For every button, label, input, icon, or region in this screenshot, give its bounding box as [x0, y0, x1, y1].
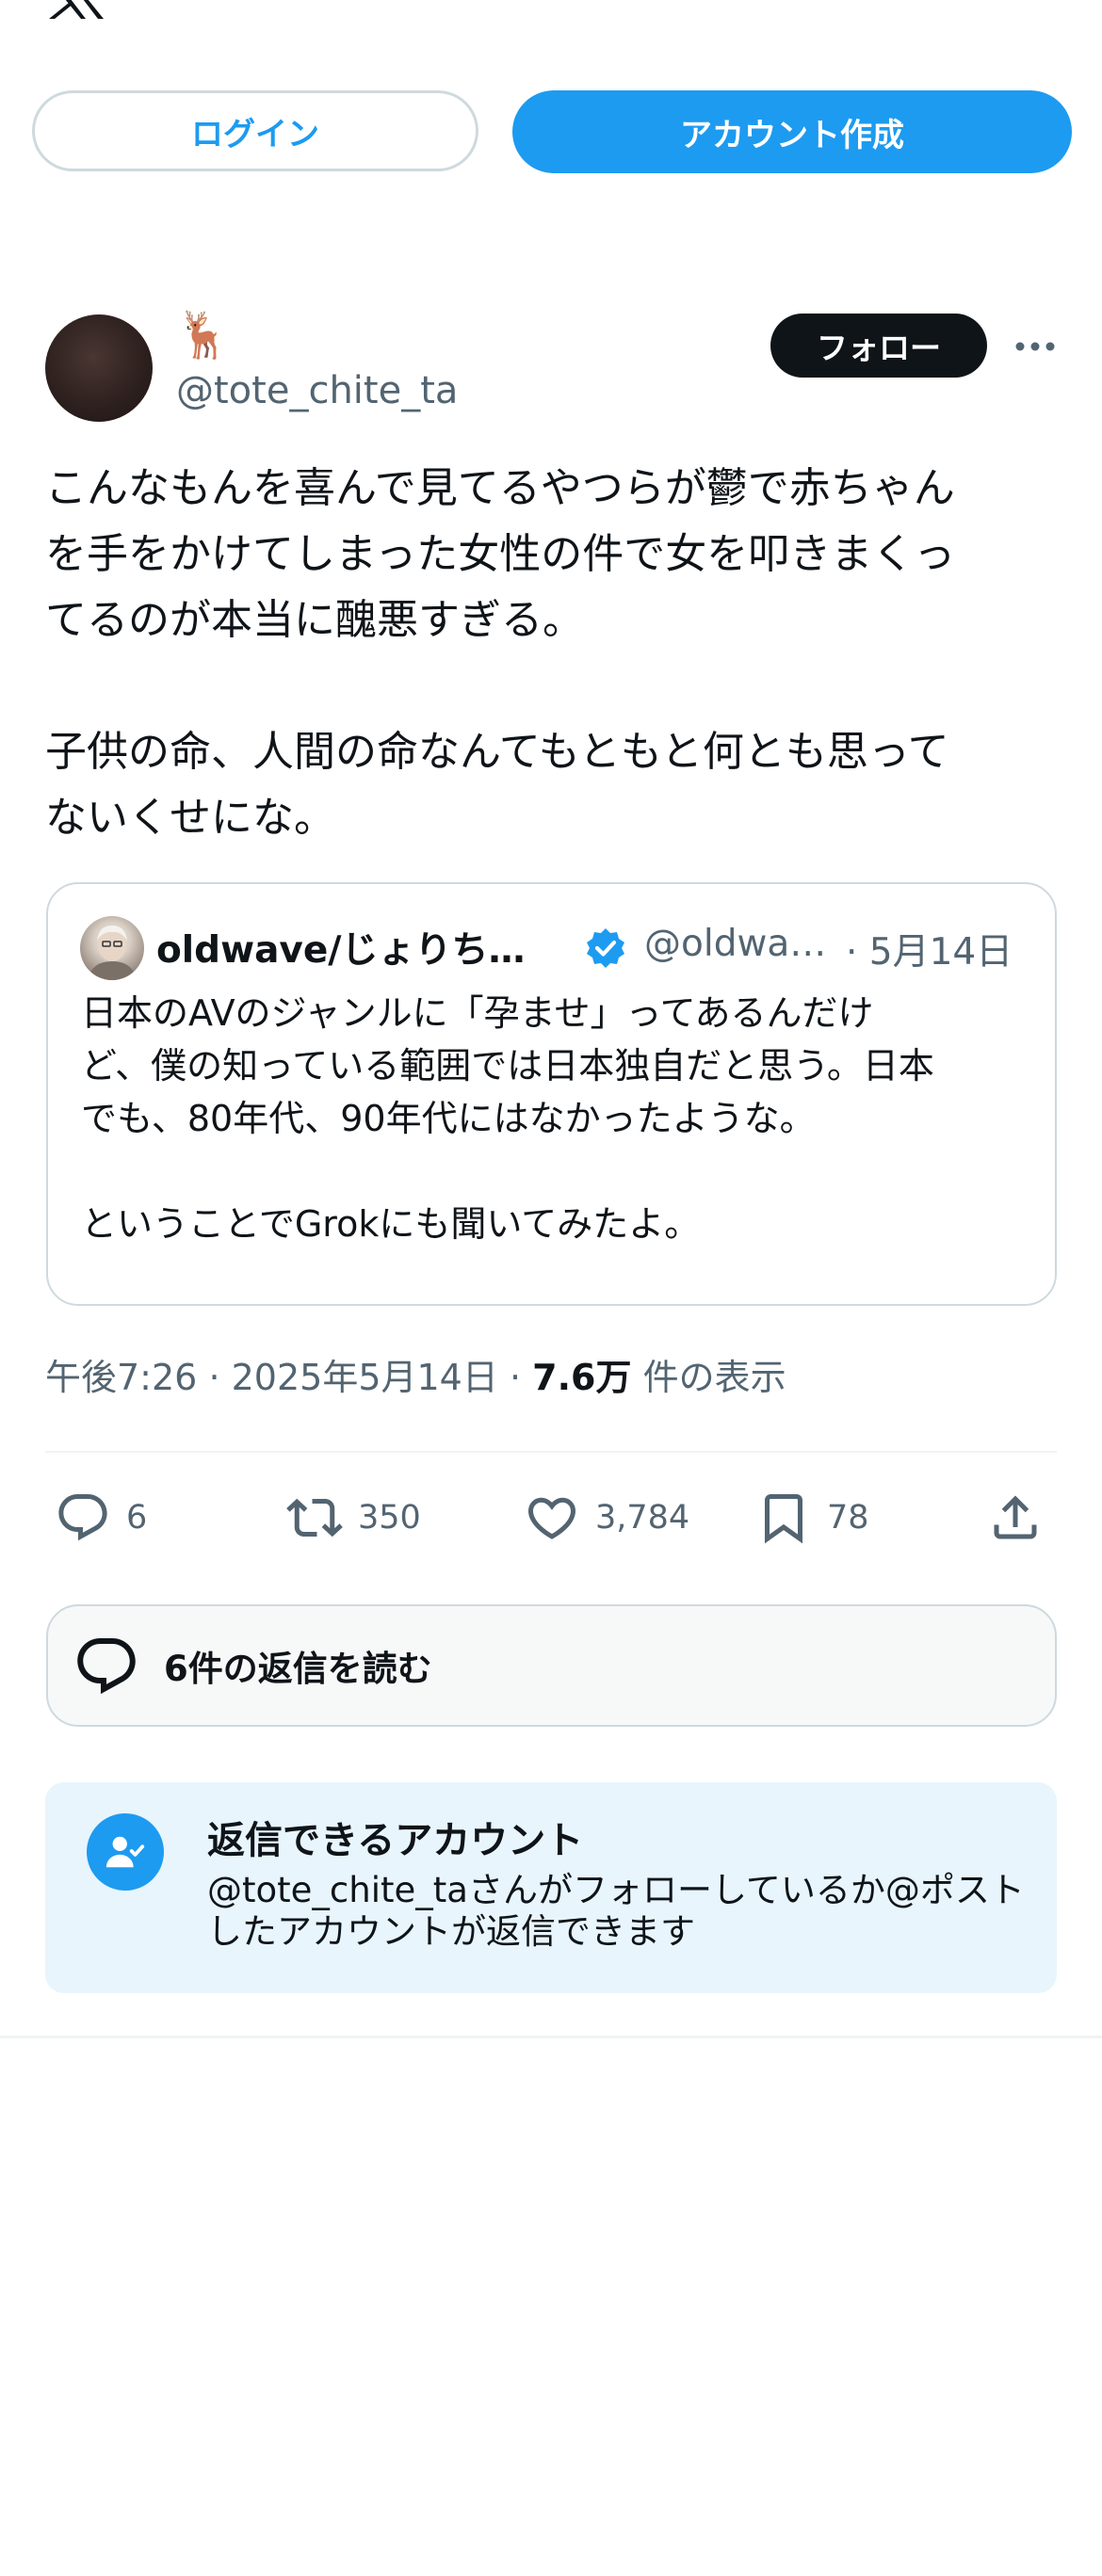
create-account-button[interactable]: アカウント作成: [512, 90, 1072, 173]
heart-icon: [527, 1497, 576, 1539]
views-count: 7.6万: [532, 1357, 632, 1398]
repost-button[interactable]: 350: [286, 1489, 421, 1546]
x-logo-icon[interactable]: [45, 0, 107, 19]
repost-icon: [286, 1498, 343, 1538]
create-account-button-label: アカウント作成: [680, 116, 904, 154]
post-meta: 午後7:26 · 2025年5月14日 · 7.6万 件の表示: [45, 1348, 786, 1400]
like-button[interactable]: 3,784: [524, 1489, 689, 1546]
login-button[interactable]: ログイン: [32, 90, 478, 171]
quoted-text: 日本のAVのジャンルに「孕ませ」ってあるんだけ ど、僕の知っている範囲では日本独…: [81, 992, 934, 1245]
bookmark-icon: [765, 1494, 802, 1544]
meta-separator: ·: [208, 1357, 220, 1398]
reply-restriction-title: 返信できるアカウント: [207, 1819, 584, 1862]
avatar[interactable]: [45, 314, 153, 422]
more-icon[interactable]: [1013, 335, 1057, 358]
quoted-handle: @oldwa…: [644, 923, 827, 965]
reply-button[interactable]: 6: [55, 1489, 147, 1546]
user-handle[interactable]: @tote_chite_ta: [176, 369, 458, 412]
share-icon: [994, 1495, 1037, 1539]
follow-button[interactable]: フォロー: [770, 314, 987, 378]
divider: [0, 2036, 1102, 2038]
verified-badge-icon: [587, 928, 624, 968]
quoted-display-name: oldwave/じょりち…: [156, 929, 526, 972]
chat-bubble-icon: [77, 1638, 136, 1695]
like-count: 3,784: [595, 1499, 690, 1537]
reply-count: 6: [126, 1499, 148, 1537]
post-date[interactable]: 2025年5月14日: [232, 1357, 498, 1398]
quoted-avatar: [80, 916, 144, 980]
user-check-icon: [105, 1836, 145, 1868]
reply-icon: [58, 1494, 107, 1541]
reply-restriction-icon: [87, 1813, 164, 1891]
divider: [45, 1451, 1057, 1453]
repost-count: 350: [358, 1499, 421, 1537]
bookmark-count: 78: [827, 1499, 869, 1537]
follow-button-label: フォロー: [817, 330, 941, 366]
reply-restriction-description: @tote_chite_taさんがフォローしているか@ポストしたアカウントが返信…: [207, 1870, 1025, 1952]
display-name[interactable]: 🦌: [175, 309, 232, 362]
quoted-date: · 5月14日: [846, 931, 1013, 974]
post-time[interactable]: 午後7:26: [45, 1357, 197, 1398]
share-button[interactable]: [987, 1489, 1044, 1546]
bookmark-button[interactable]: 78: [755, 1489, 869, 1546]
meta-separator: ·: [509, 1357, 522, 1398]
views-suffix: 件の表示: [642, 1357, 786, 1398]
login-button-label: ログイン: [191, 115, 319, 153]
post-text: こんなもんを喜んで見てるやつらが鬱で赤ちゃん を手をかけてしまった女性の件で女を…: [45, 464, 956, 842]
read-replies-label: 6件の返信を読む: [164, 1649, 432, 1689]
